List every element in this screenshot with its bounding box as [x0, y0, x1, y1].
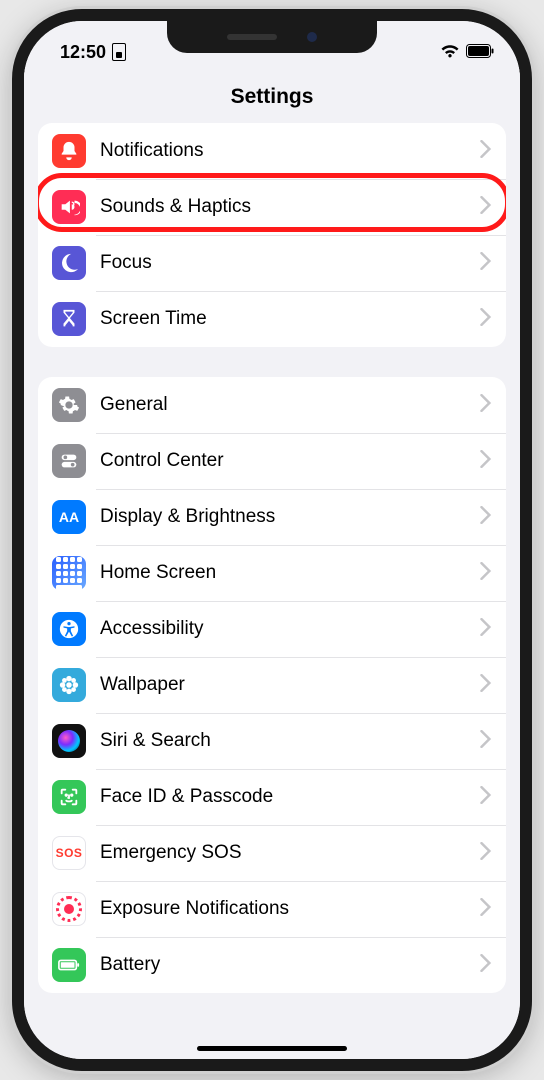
row-label: Accessibility: [100, 618, 480, 640]
row-label: Battery: [100, 954, 480, 976]
chevron-right-icon: [480, 140, 492, 163]
battery-settings-icon: [52, 948, 86, 982]
speaker-icon: [52, 190, 86, 224]
page-title: Settings: [24, 69, 520, 123]
chevron-right-icon: [480, 898, 492, 921]
chevron-right-icon: [480, 506, 492, 529]
row-label: Exposure Notifications: [100, 898, 480, 920]
row-face-id-passcode[interactable]: Face ID & Passcode: [38, 769, 506, 825]
chevron-right-icon: [480, 394, 492, 417]
chevron-right-icon: [480, 786, 492, 809]
settings-group: Notifications Sounds & Haptics Focus: [38, 123, 506, 347]
row-wallpaper[interactable]: Wallpaper: [38, 657, 506, 713]
row-display-brightness[interactable]: AA Display & Brightness: [38, 489, 506, 545]
screen: 12:50 Settings: [24, 21, 520, 1059]
row-accessibility[interactable]: Accessibility: [38, 601, 506, 657]
row-focus[interactable]: Focus: [38, 235, 506, 291]
siri-icon: [52, 724, 86, 758]
chevron-right-icon: [480, 954, 492, 977]
face-id-icon: [52, 780, 86, 814]
covid-icon: [52, 892, 86, 926]
row-general[interactable]: General: [38, 377, 506, 433]
accessibility-icon: [52, 612, 86, 646]
moon-icon: [52, 246, 86, 280]
chevron-right-icon: [480, 308, 492, 331]
row-control-center[interactable]: Control Center: [38, 433, 506, 489]
row-label: Sounds & Haptics: [100, 196, 480, 218]
gear-icon: [52, 388, 86, 422]
row-label: Face ID & Passcode: [100, 786, 480, 808]
chevron-right-icon: [480, 618, 492, 641]
row-home-screen[interactable]: Home Screen: [38, 545, 506, 601]
row-exposure-notifications[interactable]: Exposure Notifications: [38, 881, 506, 937]
row-label: General: [100, 394, 480, 416]
row-siri-search[interactable]: Siri & Search: [38, 713, 506, 769]
chevron-right-icon: [480, 196, 492, 219]
row-screen-time[interactable]: Screen Time: [38, 291, 506, 347]
switches-icon: [52, 444, 86, 478]
row-label: Screen Time: [100, 308, 480, 330]
sos-icon: SOS: [52, 836, 86, 870]
notch: [167, 21, 377, 53]
hourglass-icon: [52, 302, 86, 336]
battery-icon: [466, 42, 494, 63]
flower-icon: [52, 668, 86, 702]
row-emergency-sos[interactable]: SOS Emergency SOS: [38, 825, 506, 881]
row-label: Display & Brightness: [100, 506, 480, 528]
home-grid-icon: [52, 556, 86, 590]
row-label: Control Center: [100, 450, 480, 472]
row-label: Home Screen: [100, 562, 480, 584]
row-label: Focus: [100, 252, 480, 274]
settings-list[interactable]: Notifications Sounds & Haptics Focus: [24, 123, 520, 1059]
home-indicator[interactable]: [197, 1046, 347, 1051]
text-size-icon: AA: [52, 500, 86, 534]
row-sounds-haptics[interactable]: Sounds & Haptics: [38, 179, 506, 235]
chevron-right-icon: [480, 674, 492, 697]
row-label: Siri & Search: [100, 730, 480, 752]
row-label: Wallpaper: [100, 674, 480, 696]
status-time: 12:50: [60, 42, 106, 63]
device-frame: 12:50 Settings: [12, 9, 532, 1071]
wifi-icon: [440, 42, 460, 63]
settings-group: General Control Center AA Display & Brig…: [38, 377, 506, 993]
sim-icon: [112, 43, 126, 61]
bell-icon: [52, 134, 86, 168]
chevron-right-icon: [480, 562, 492, 585]
chevron-right-icon: [480, 730, 492, 753]
row-label: Notifications: [100, 140, 480, 162]
row-label: Emergency SOS: [100, 842, 480, 864]
row-battery[interactable]: Battery: [38, 937, 506, 993]
chevron-right-icon: [480, 252, 492, 275]
chevron-right-icon: [480, 450, 492, 473]
row-notifications[interactable]: Notifications: [38, 123, 506, 179]
chevron-right-icon: [480, 842, 492, 865]
